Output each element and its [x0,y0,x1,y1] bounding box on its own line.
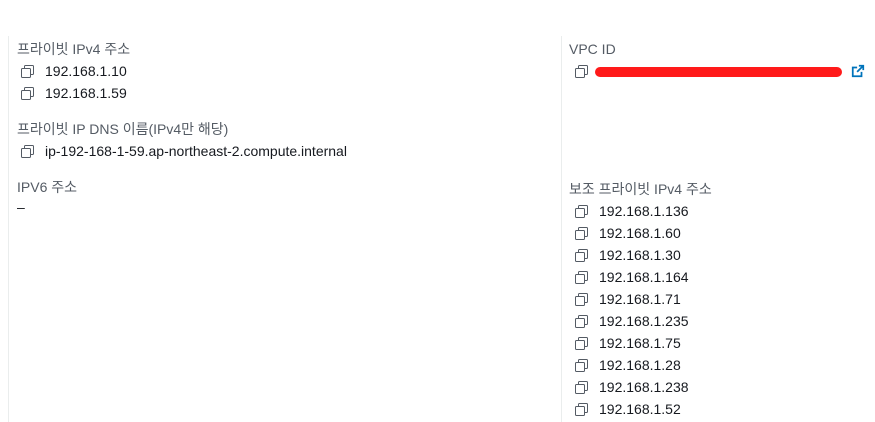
private-dns-label: 프라이빗 IP DNS 이름(IPv4만 해당) [17,121,229,137]
private-dns-item: ip-192-168-1-59.ap-northeast-2.compute.i… [21,140,347,162]
copy-icon[interactable] [575,226,588,240]
secondary-ipv4-value: 192.168.1.71 [599,291,681,307]
secondary-ipv4-value: 192.168.1.238 [599,379,689,395]
secondary-ipv4-item: 192.168.1.60 [575,222,865,244]
secondary-ipv4-item: 192.168.1.71 [575,288,865,310]
secondary-ipv4-value: 192.168.1.164 [599,269,689,285]
ipv6-value: – [17,199,25,215]
vpc-id-label: VPC ID [569,41,616,57]
copy-icon[interactable] [575,64,588,78]
right-column: VPC ID 보조 프라이빗 IPv4 주소 192.168.1.136 192… [569,40,865,420]
ipv6-label: IPV6 주소 [17,179,78,195]
secondary-ipv4-value: 192.168.1.235 [599,313,689,329]
left-border [8,36,9,422]
private-ipv4-item: 192.168.1.10 [21,60,347,82]
copy-icon[interactable] [21,64,34,78]
private-dns-value: ip-192-168-1-59.ap-northeast-2.compute.i… [45,143,347,159]
private-ipv4-item: 192.168.1.59 [21,82,347,104]
secondary-ipv4-item: 192.168.1.75 [575,332,865,354]
secondary-ipv4-item: 192.168.1.164 [575,266,865,288]
secondary-ipv4-value: 192.168.1.60 [599,225,681,241]
left-column: 프라이빗 IPv4 주소 192.168.1.10 192.168.1.59 프… [17,40,347,218]
secondary-ipv4-value: 192.168.1.30 [599,247,681,263]
secondary-ipv4-value: 192.168.1.75 [599,335,681,351]
copy-icon[interactable] [575,314,588,328]
secondary-ipv4-label: 보조 프라이빗 IPv4 주소 [569,181,712,197]
column-divider [561,36,562,422]
copy-icon[interactable] [575,248,588,262]
vpc-id-item [575,60,865,82]
private-ipv4-value: 192.168.1.59 [45,85,127,101]
copy-icon[interactable] [575,358,588,372]
secondary-ipv4-value: 192.168.1.136 [599,203,689,219]
secondary-ipv4-value: 192.168.1.28 [599,357,681,373]
secondary-ipv4-item: 192.168.1.52 [575,398,865,420]
secondary-ipv4-value: 192.168.1.52 [599,401,681,417]
copy-icon[interactable] [575,204,588,218]
copy-icon[interactable] [575,270,588,284]
secondary-ipv4-item: 192.168.1.30 [575,244,865,266]
copy-icon[interactable] [575,402,588,416]
private-ipv4-list: 192.168.1.10 192.168.1.59 [17,60,347,104]
secondary-ipv4-item: 192.168.1.238 [575,376,865,398]
external-link-icon[interactable] [851,64,865,78]
copy-icon[interactable] [21,86,34,100]
copy-icon[interactable] [21,144,34,158]
private-ipv4-value: 192.168.1.10 [45,63,127,79]
secondary-ipv4-item: 192.168.1.28 [575,354,865,376]
secondary-ipv4-list: 192.168.1.136 192.168.1.60 192.168.1.30 … [569,200,865,420]
secondary-ipv4-item: 192.168.1.136 [575,200,865,222]
private-ipv4-label: 프라이빗 IPv4 주소 [17,41,131,57]
copy-icon[interactable] [575,380,588,394]
copy-icon[interactable] [575,292,588,306]
copy-icon[interactable] [575,336,588,350]
vpc-id-redaction [595,67,842,77]
secondary-ipv4-item: 192.168.1.235 [575,310,865,332]
